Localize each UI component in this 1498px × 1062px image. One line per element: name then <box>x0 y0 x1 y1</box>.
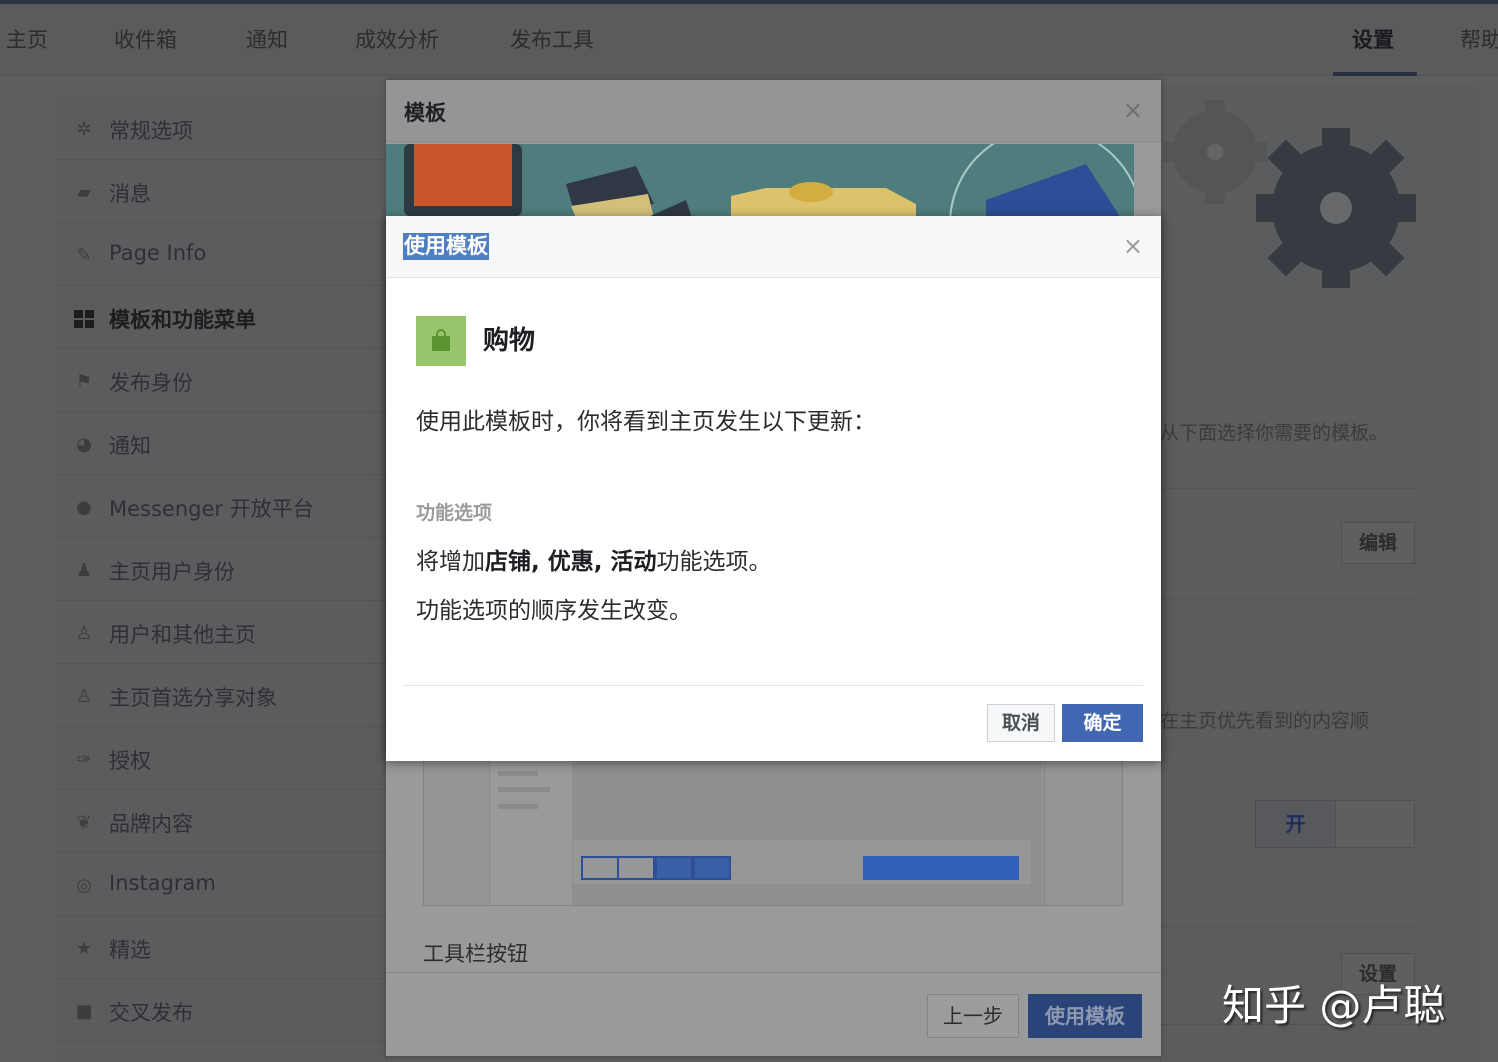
star-icon: ★ <box>75 938 93 959</box>
sidebar-item-label: 主页首选分享对象 <box>109 686 277 710</box>
templates-modal-header: 模板 × <box>386 80 1161 142</box>
dialog-footer-divider <box>403 685 1143 686</box>
sidebar-item-label: 主页用户身份 <box>109 560 235 584</box>
watermark: 知乎 @卢聪 <box>1222 981 1446 1030</box>
sidebar-item-notifications[interactable]: ◕ 通知 <box>57 413 387 475</box>
divider <box>1162 488 1416 489</box>
dialog-title: 使用模板 <box>403 233 489 260</box>
small-gear-icon <box>1163 100 1267 204</box>
tab-notifications[interactable]: 通知 <box>246 24 288 54</box>
close-icon[interactable]: × <box>1123 96 1143 124</box>
settings-sidebar: ✲ 常规选项 ▰ 消息 ✎ Page Info 模板和功能菜单 ⚑ 发布身份 ◕… <box>57 98 387 1062</box>
use-template-button[interactable]: 使用模板 <box>1028 994 1142 1038</box>
chat-icon: ▰ <box>77 182 91 203</box>
template-hint-text: 从下面选择你需要的模板。 <box>1160 422 1389 444</box>
grid-icon <box>73 308 95 330</box>
messenger-icon: ● <box>76 497 92 518</box>
sidebar-item-page-info[interactable]: ✎ Page Info <box>57 224 387 286</box>
sidebar-item-label: 模板和功能菜单 <box>109 308 256 332</box>
large-gear-icon <box>1256 128 1416 288</box>
edit-button[interactable]: 编辑 <box>1341 522 1415 564</box>
tab-insights[interactable]: 成效分析 <box>355 24 439 54</box>
tab-publishing-tools[interactable]: 发布工具 <box>510 24 594 54</box>
sidebar-item-post-attribution[interactable]: ⚑ 发布身份 <box>57 350 387 412</box>
use-template-dialog: 使用模板 × 购物 使用此模板时，你将看到主页发生以下更新： 功能选项 将增加店… <box>386 216 1161 761</box>
change-tab-order: 功能选项的顺序发生改变。 <box>416 598 692 624</box>
sidebar-item-label: Instagram <box>109 871 216 895</box>
templates-modal-title: 模板 <box>404 101 446 125</box>
change-added-tabs: 将增加店铺, 优惠, 活动功能选项。 <box>416 549 772 575</box>
pencil-icon: ✎ <box>76 245 92 266</box>
globe-icon: ◕ <box>76 434 92 455</box>
person-icon: ♟ <box>75 560 93 581</box>
previous-step-button[interactable]: 上一步 <box>927 994 1019 1038</box>
sidebar-item-label: 通知 <box>109 434 151 458</box>
divider <box>1162 926 1416 927</box>
sidebar-item-people-other-pages[interactable]: ♙ 用户和其他主页 <box>57 602 387 664</box>
sidebar-item-label: 精选 <box>109 938 151 962</box>
sidebar-item-label: 用户和其他主页 <box>109 623 256 647</box>
sidebar-item-authorizations[interactable]: ✑ 授权 <box>57 728 387 790</box>
priority-hint-text: 在主页优先看到的内容顺 <box>1160 710 1370 732</box>
toggle-on-label[interactable]: 开 <box>1256 801 1336 847</box>
shopping-template-banner <box>386 144 1134 218</box>
sidebar-item-branded-content[interactable]: ❦ 品牌内容 <box>57 791 387 853</box>
preview-toolbar <box>572 839 1032 885</box>
active-tab-indicator <box>1333 72 1417 76</box>
sidebar-item-crossposting[interactable]: ■ 交叉发布 <box>57 980 387 1042</box>
flag-icon: ⚑ <box>75 371 93 392</box>
toolbar-buttons-label: 工具栏按钮 <box>423 942 528 966</box>
instagram-icon: ◎ <box>76 875 92 896</box>
sidebar-item-label: 发布身份 <box>109 371 193 395</box>
video-icon: ■ <box>75 1001 93 1022</box>
confirm-button[interactable]: 确定 <box>1062 704 1143 742</box>
sidebar-item-label: 交叉发布 <box>109 1001 193 1025</box>
top-navigation: 主页 收件箱 通知 成效分析 发布工具 设置 帮助 <box>0 4 1498 76</box>
sidebar-item-preferred-audience[interactable]: ♙ 主页首选分享对象 <box>57 665 387 727</box>
sidebar-item-label: 品牌内容 <box>109 812 193 836</box>
dialog-intro-text: 使用此模板时，你将看到主页发生以下更新： <box>416 409 876 435</box>
cancel-button[interactable]: 取消 <box>987 704 1055 742</box>
sidebar-item-templates-tabs[interactable]: 模板和功能菜单 <box>57 287 387 349</box>
people-icon: ♙ <box>75 623 93 644</box>
sidebar-item-instagram[interactable]: ◎ Instagram <box>57 854 387 916</box>
template-layout-preview <box>423 760 1123 906</box>
tab-help[interactable]: 帮助 <box>1460 24 1498 54</box>
dialog-header: 使用模板 × <box>386 216 1161 278</box>
sidebar-item-label: 消息 <box>109 182 151 206</box>
added-tabs-list: 店铺, 优惠, 活动 <box>485 549 657 575</box>
template-name: 购物 <box>483 326 536 356</box>
handshake-icon: ❦ <box>76 812 92 833</box>
gear-icon: ✲ <box>76 119 92 140</box>
divider <box>1162 598 1416 599</box>
tab-inbox[interactable]: 收件箱 <box>114 24 177 54</box>
sidebar-item-label: Page Info <box>109 241 207 265</box>
sidebar-item-label: 授权 <box>109 749 151 773</box>
close-icon[interactable]: × <box>1123 232 1143 260</box>
sidebar-item-featured[interactable]: ★ 精选 <box>57 917 387 979</box>
sidebar-item-label: Messenger 开放平台 <box>109 497 314 521</box>
on-off-toggle[interactable]: 开 <box>1255 800 1415 848</box>
tab-home[interactable]: 主页 <box>6 24 48 54</box>
sidebar-item-label: 常规选项 <box>109 119 193 143</box>
section-label-tabs: 功能选项 <box>416 502 493 524</box>
gears-illustration <box>1160 90 1420 300</box>
shopping-bag-icon <box>416 316 466 366</box>
people-icon: ♙ <box>75 686 93 707</box>
sidebar-item-page-roles[interactable]: ♟ 主页用户身份 <box>57 539 387 601</box>
tab-settings[interactable]: 设置 <box>1352 24 1394 54</box>
sidebar-item-messenger-platform[interactable]: ● Messenger 开放平台 <box>57 476 387 538</box>
wrench-icon: ✑ <box>76 749 92 770</box>
sidebar-item-general[interactable]: ✲ 常规选项 <box>57 98 387 160</box>
sidebar-item-messaging[interactable]: ▰ 消息 <box>57 161 387 223</box>
